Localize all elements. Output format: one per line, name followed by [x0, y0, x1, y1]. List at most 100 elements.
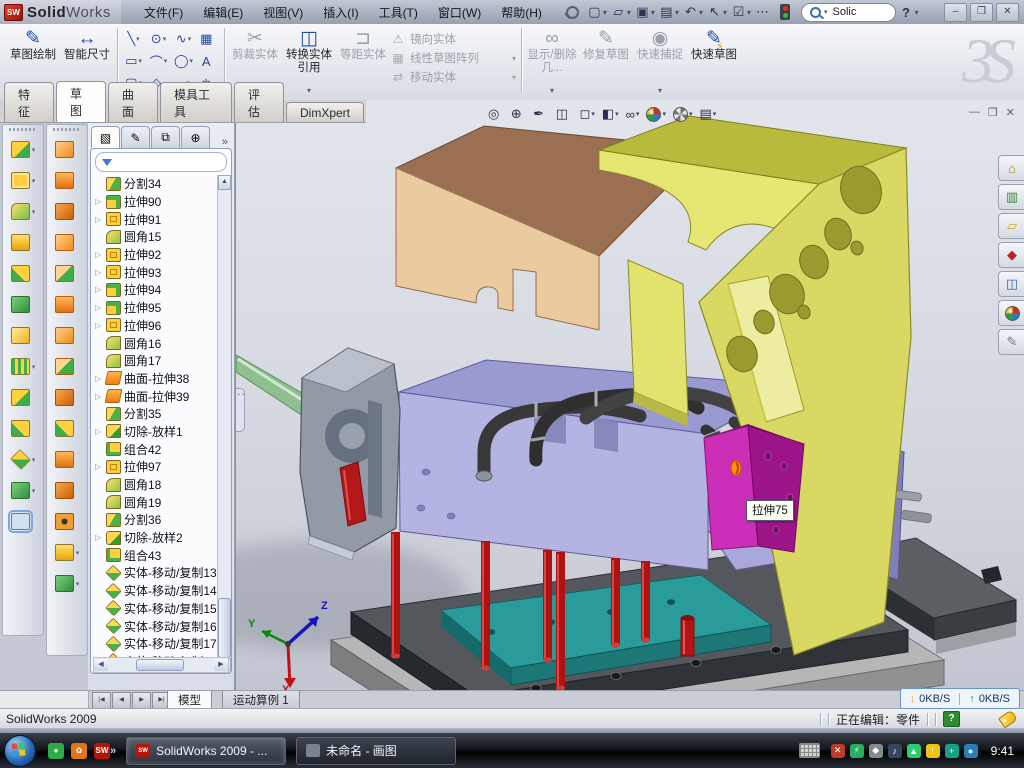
menu-item[interactable]: 帮助(H) [492, 2, 551, 23]
menu-item[interactable]: 窗口(W) [429, 2, 490, 23]
tree-item[interactable]: ▷ 切除-放样1 [91, 423, 218, 441]
panel-splitter[interactable]: ⌃⌃ [236, 388, 245, 432]
tree-item[interactable]: ▷ 组合43 [91, 546, 218, 564]
document-minimize-button[interactable]: — [969, 106, 980, 119]
tree-item[interactable]: ▷ 圆角15 [91, 228, 218, 246]
move-entities-button[interactable]: ⇄ 移动实体▾ [390, 69, 518, 85]
open-button[interactable]: ▱▾ [609, 2, 633, 22]
commandmanager-tab[interactable]: 曲面 [108, 82, 158, 122]
line-tool[interactable]: ╲▾ [121, 28, 146, 50]
menu-item[interactable]: 工具(T) [370, 2, 427, 23]
options-button[interactable]: ☑▾ [729, 2, 753, 22]
custom-properties-tab[interactable]: ✎ [998, 329, 1024, 355]
search-box[interactable]: ▾ [801, 3, 896, 22]
input-method-icon[interactable] [799, 743, 820, 758]
display-style-icon[interactable]: ◧▾ [600, 104, 621, 124]
solidworks-resources-tab[interactable]: ⌂ [998, 155, 1024, 181]
view-palette-tab[interactable]: ◫ [998, 271, 1024, 297]
menu-item[interactable]: 编辑(E) [194, 2, 252, 23]
tree-item[interactable]: ▷ 组合42 [91, 440, 218, 458]
search-caret-icon[interactable]: ▾ [824, 8, 828, 16]
expand-arrow-icon[interactable]: ▷ [95, 215, 103, 224]
tree-filter[interactable] [95, 152, 227, 172]
appearances-tab[interactable] [998, 300, 1024, 326]
tree-item[interactable]: ▷ 分割35 [91, 405, 218, 423]
convert-entities-button[interactable]: ◫ 转换实体引用▾ [282, 24, 336, 97]
featuremanager-tab[interactable]: ▧ [91, 126, 120, 148]
select-button[interactable]: ↖▾ [705, 2, 729, 22]
nav-prev-button[interactable]: ◀ [112, 692, 131, 709]
shield-plus-tray-icon[interactable]: + [945, 744, 959, 758]
tree-item[interactable]: ▷ 拉伸93 [91, 263, 218, 281]
security-tray-icon[interactable]: ⚡ [850, 744, 864, 758]
tree-item[interactable]: ▷ 拉伸92 [91, 246, 218, 264]
expand-arrow-icon[interactable]: ▷ [95, 303, 103, 312]
tree-item[interactable]: ▷ 拉伸90 [91, 193, 218, 211]
expand-arrow-icon[interactable]: ▷ [95, 374, 103, 383]
toolbox-tab[interactable]: ◆ [998, 242, 1024, 268]
tree-horizontal-scrollbar[interactable]: ◀ ▶ [93, 657, 229, 673]
start-button[interactable] [4, 735, 36, 767]
tree-item[interactable]: ▷ 曲面-拉伸39 [91, 387, 218, 405]
tree-item[interactable]: ▷ 实体-移动/复制16 [91, 617, 218, 635]
expand-arrow-icon[interactable]: ▷ [95, 427, 103, 436]
scroll-thumb[interactable] [136, 659, 184, 671]
undo-button[interactable]: ↶▾ [681, 2, 705, 22]
commandmanager-tab[interactable]: 评估 [234, 82, 284, 122]
expand-arrow-icon[interactable]: ▷ [95, 197, 103, 206]
tree-item[interactable]: ▷ 圆角16 [91, 334, 218, 352]
menu-item[interactable]: 文件(F) [135, 2, 192, 23]
minimize-button[interactable]: – [944, 3, 967, 22]
zoom-to-area-icon[interactable]: ⊕▾ [509, 104, 528, 124]
expand-arrow-icon[interactable]: ▷ [95, 268, 103, 277]
scroll-right-icon[interactable]: ▶ [214, 659, 228, 671]
tree-item[interactable]: ▷ 切除-放样2 [91, 529, 218, 547]
expand-arrow-icon[interactable]: ▷ [95, 392, 103, 401]
scroll-left-icon[interactable]: ◀ [94, 659, 108, 671]
pin-toolbar-button[interactable] [561, 2, 584, 22]
rectangle-tool[interactable]: ▭▾ [121, 50, 146, 72]
app-quicklaunch-icon[interactable]: ✿ [71, 743, 87, 759]
nav-next-button[interactable]: ▶ [132, 692, 151, 709]
configurationmanager-tab[interactable]: ⧉ [151, 126, 180, 148]
expand-arrow-icon[interactable]: ▷ [95, 533, 103, 542]
expand-arrow-icon[interactable]: ▷ [95, 250, 103, 259]
close-button[interactable]: ✕ [996, 3, 1019, 22]
arc-tool[interactable]: ⌒▾ [146, 50, 171, 72]
menu-item[interactable]: 插入(I) [314, 2, 367, 23]
new-document-button[interactable]: ▢▾ [585, 2, 609, 22]
dimxpertmanager-tab[interactable]: ⊕ [181, 126, 210, 148]
tree-item[interactable]: ▷ 曲面-拉伸38 [91, 370, 218, 388]
tree-vertical-scrollbar[interactable]: ▲ ▼ [217, 175, 231, 673]
tree-item[interactable]: ▷ 拉伸96 [91, 317, 218, 335]
rapid-sketch-button[interactable]: ✎⚡ 快速草图 [687, 24, 741, 97]
repair-sketch-button[interactable]: ✎ 修复草图▾ [579, 24, 633, 97]
quicklaunch-overflow-icon[interactable]: » [110, 745, 116, 757]
tree-item[interactable]: ▷ 分割36 [91, 511, 218, 529]
tree-item[interactable]: ▷ 拉伸97 [91, 458, 218, 476]
expand-arrow-icon[interactable]: ▷ [95, 321, 103, 330]
tree-item[interactable]: ▷ 实体-移动/复制15 [91, 600, 218, 618]
view-orientation-icon[interactable]: ◻▾ [578, 104, 597, 124]
scroll-up-icon[interactable]: ▲ [218, 175, 231, 190]
quick-snaps-button[interactable]: ◉ 快速捕捉▾ [633, 24, 687, 97]
toolbar-overflow-button[interactable]: ⋯▾ [753, 2, 777, 22]
im-tray-icon[interactable]: ● [964, 744, 978, 758]
tree-item[interactable]: ▷ 圆角18 [91, 476, 218, 494]
tree-item[interactable]: ▷ 实体-移动/复制13 [91, 564, 218, 582]
antivirus-tray-icon[interactable]: ✕ [831, 744, 845, 758]
magnified-selection-icon[interactable]: ✒▾ [531, 104, 550, 124]
mirror-entities-button[interactable]: ⚠ 镜向实体▾ [390, 31, 518, 47]
certificate-tray-icon[interactable]: ◆ [869, 744, 883, 758]
offset-entities-button[interactable]: ⊐ 等距实体▾ [336, 24, 390, 97]
taskbar-button-solidworks[interactable]: SW SolidWorks 2009 - ... [126, 737, 286, 765]
taskbar-button-paint[interactable]: 未命名 - 画图 [296, 737, 456, 765]
taskbar-clock[interactable]: 9:41 [991, 744, 1014, 758]
solidworks-quicklaunch-icon[interactable]: SW [94, 743, 110, 759]
spline-tool[interactable]: ∿▾ [171, 28, 196, 50]
volume-tray-icon[interactable]: ♪ [888, 744, 902, 758]
feature-statistics-button[interactable] [778, 2, 792, 22]
tree-item[interactable]: ▷ 拉伸94 [91, 281, 218, 299]
nav-first-button[interactable]: |◀ [92, 692, 111, 709]
expand-arrow-icon[interactable]: ▷ [95, 285, 103, 294]
